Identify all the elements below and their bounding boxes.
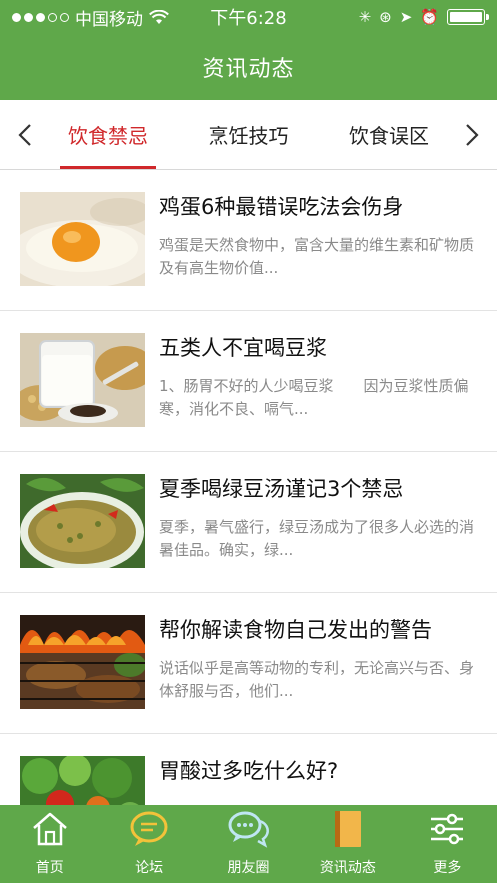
news-summary: 夏季，暑气盛行，绿豆汤成为了很多人必选的消暑佳品。确实，绿... [159, 518, 475, 559]
news-list-item[interactable]: 鸡蛋6种最错误吃法会伤身 鸡蛋是天然食物中，富含大量的维生素和矿物质及有高生物价… [0, 170, 497, 311]
news-title: 五类人不宜喝豆浆 [159, 336, 327, 360]
status-left: 中国移动 [12, 5, 169, 30]
nav-friends[interactable]: 朋友圈 [199, 805, 298, 883]
news-list-item[interactable]: 五类人不宜喝豆浆 1、肠胃不好的人少喝豆浆 因为豆浆性质偏寒，消化不良、嗝气..… [0, 311, 497, 452]
news-thumbnail-soymilk [20, 333, 145, 427]
news-summary: 鸡蛋是天然食物中，富含大量的维生素和矿物质及有高生物价值... [159, 236, 475, 277]
nav-more-label: 更多 [433, 860, 462, 876]
nav-more[interactable]: 更多 [398, 805, 497, 883]
chevron-right-icon [466, 123, 479, 146]
chat-bubbles-icon [227, 807, 271, 851]
tab-diet-myths[interactable]: 饮食误区 [341, 100, 437, 169]
chevron-left-icon [18, 123, 31, 146]
forum-icon [127, 807, 171, 851]
news-list-item[interactable]: 夏季喝绿豆汤谨记3个禁忌 夏季，暑气盛行，绿豆汤成为了很多人必选的消暑佳品。确实… [0, 452, 497, 593]
page-title: 资讯动态 [202, 57, 295, 82]
news-title: 夏季喝绿豆汤谨记3个禁忌 [159, 477, 404, 501]
news-thumbnail-vegetables [20, 756, 145, 805]
news-thumbnail-mungbean-soup [20, 474, 145, 568]
title-bar: 资讯动态 [0, 34, 497, 100]
news-list: 鸡蛋6种最错误吃法会伤身 鸡蛋是天然食物中，富含大量的维生素和矿物质及有高生物价… [0, 170, 497, 805]
news-summary: 说话似乎是高等动物的专利，无论高兴与否、身体舒服与否，他们... [159, 659, 475, 700]
signal-strength-icon [12, 12, 69, 22]
book-icon [326, 807, 370, 851]
news-thumbnail-grill [20, 615, 145, 709]
tab-cooking-tips[interactable]: 烹饪技巧 [201, 100, 297, 169]
news-list-item[interactable]: 帮你解读食物自己发出的警告 说话似乎是高等动物的专利，无论高兴与否、身体舒服与否… [0, 593, 497, 734]
carrier-label: 中国移动 [75, 9, 143, 30]
news-title: 胃酸过多吃什么好? [159, 759, 339, 783]
nav-news-label: 资讯动态 [319, 860, 376, 876]
tab-list: 饮食禁忌 烹饪技巧 饮食误区 [50, 100, 447, 169]
news-summary: 1、肠胃不好的人少喝豆浆 因为豆浆性质偏寒，消化不良、嗝气... [159, 377, 469, 418]
wifi-icon [149, 9, 169, 24]
nav-forum[interactable]: 论坛 [99, 805, 198, 883]
bottom-nav: 首页 论坛 朋友圈 资讯动态 更多 [0, 805, 497, 883]
news-title: 鸡蛋6种最错误吃法会伤身 [159, 195, 404, 219]
status-right: ✳ ⊛ ➤ ⏰ [358, 8, 489, 26]
status-time: 下午6:28 [210, 8, 287, 29]
app-screen: 中国移动 下午6:28 ✳ ⊛ ➤ ⏰ 资讯动态 饮食禁忌 烹饪技巧 饮食误区 … [0, 0, 497, 883]
sliders-icon [425, 807, 469, 851]
rotation-lock-icon: ⊛ [379, 8, 392, 26]
news-list-item[interactable]: 胃酸过多吃什么好? [0, 734, 497, 805]
status-bar: 中国移动 下午6:28 ✳ ⊛ ➤ ⏰ [0, 0, 497, 34]
nav-friends-label: 朋友圈 [227, 860, 270, 876]
battery-icon [447, 9, 489, 25]
tab-diet-taboo[interactable]: 饮食禁忌 [60, 100, 156, 169]
tab-scroll-left-button[interactable] [0, 100, 50, 169]
nav-forum-label: 论坛 [135, 860, 164, 876]
alarm-icon: ⏰ [420, 8, 439, 26]
nav-news[interactable]: 资讯动态 [298, 805, 397, 883]
location-icon: ➤ [399, 8, 413, 26]
nav-home[interactable]: 首页 [0, 805, 99, 883]
news-summary [159, 798, 485, 805]
news-title: 帮你解读食物自己发出的警告 [159, 618, 432, 642]
category-tab-bar: 饮食禁忌 烹饪技巧 饮食误区 [0, 100, 497, 170]
loading-icon: ✳ [358, 8, 372, 26]
tab-scroll-right-button[interactable] [447, 100, 497, 169]
news-thumbnail-egg [20, 192, 145, 286]
nav-home-label: 首页 [35, 860, 64, 876]
home-icon [28, 807, 72, 851]
